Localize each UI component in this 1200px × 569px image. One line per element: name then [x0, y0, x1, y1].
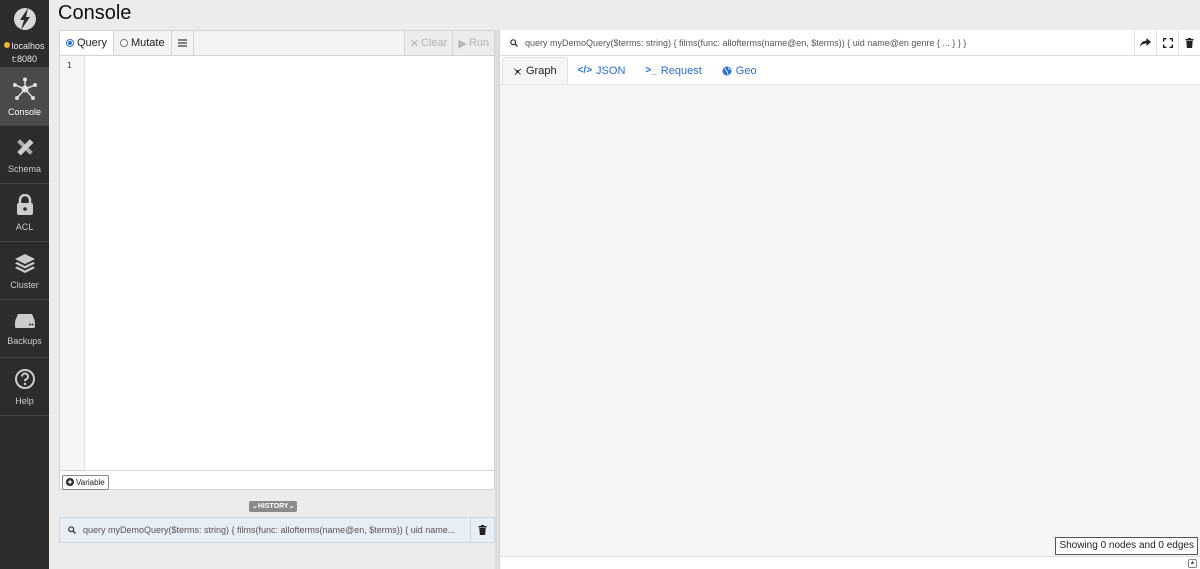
query-mode-radio[interactable]: Query	[60, 31, 114, 55]
sidebar-item-label: Schema	[7, 163, 42, 174]
run-label: Run	[468, 37, 489, 49]
sidebar: localhos t:8080 Console Schema ACL Clust…	[0, 0, 49, 569]
tab-label: Geo	[735, 64, 757, 77]
line-number-gutter: 1	[60, 56, 85, 470]
expand-icon	[1162, 37, 1173, 48]
share-icon	[1140, 38, 1151, 47]
chevron-down-icon: ⌄	[288, 503, 295, 510]
sidebar-item-help[interactable]: Help	[0, 358, 49, 416]
radio-selected-icon	[66, 39, 74, 47]
graph-status: Showing 0 nodes and 0 edges	[1055, 537, 1198, 555]
layers-icon	[14, 253, 35, 273]
lock-icon	[16, 193, 33, 215]
history-item[interactable]: query myDemoQuery($terms: string) { film…	[59, 517, 495, 543]
dgraph-logo[interactable]	[0, 0, 49, 38]
search-icon	[68, 526, 76, 534]
server-address-line2: t:8080	[11, 54, 38, 64]
tab-graph[interactable]: Graph	[502, 57, 568, 84]
result-tabs: Graph </> JSON >_ Request Geo	[500, 56, 1200, 85]
results-panel: query myDemoQuery($terms: string) { film…	[499, 29, 1200, 569]
code-icon: </>	[577, 65, 593, 76]
query-editor-panel: Query Mutate ✕ Clear ▶ Run 1 Variable ⌄H…	[59, 30, 495, 569]
sidebar-item-cluster[interactable]: Cluster	[0, 242, 49, 300]
history-query-text: query myDemoQuery($terms: string) { film…	[83, 525, 456, 535]
server-address-line1: localhos	[11, 41, 45, 51]
tab-label: Request	[660, 64, 702, 77]
plus-circle-icon	[66, 478, 74, 486]
query-mode-label: Query	[77, 37, 107, 49]
globe-icon	[722, 66, 732, 75]
trash-icon	[478, 525, 487, 535]
play-icon: ▶	[458, 37, 467, 50]
code-area[interactable]	[85, 56, 494, 470]
add-variable-button[interactable]: Variable	[62, 474, 109, 490]
variable-label: Variable	[76, 477, 105, 487]
page-title: Console	[58, 2, 132, 24]
graph-icon	[513, 67, 522, 75]
tab-json[interactable]: </> JSON	[568, 57, 636, 84]
query-preview[interactable]: query myDemoQuery($terms: string) { film…	[500, 38, 1134, 48]
logo-icon	[13, 8, 36, 30]
variables-bar: Variable	[59, 470, 495, 490]
sidebar-item-label: Cluster	[10, 279, 39, 290]
delete-frame-button[interactable]	[1178, 29, 1200, 56]
search-icon	[510, 38, 518, 47]
tab-label: Graph	[526, 65, 557, 77]
delete-history-button[interactable]	[470, 518, 494, 542]
sidebar-item-acl[interactable]: ACL	[0, 184, 49, 242]
terminal-icon: >_	[645, 65, 657, 76]
tab-geo[interactable]: Geo	[712, 57, 767, 84]
sidebar-item-console[interactable]: Console	[0, 68, 49, 126]
share-button[interactable]	[1134, 29, 1156, 56]
sidebar-item-label: Help	[15, 395, 34, 406]
mutate-mode-label: Mutate	[130, 37, 165, 49]
radio-unselected-icon	[119, 39, 128, 47]
collapse-icon[interactable]: ▲	[1188, 559, 1197, 568]
ruler-pencil-icon	[16, 138, 33, 155]
query-preview-bar: query myDemoQuery($terms: string) { film…	[500, 29, 1200, 56]
clear-label: Clear	[421, 37, 448, 49]
editor-settings-button[interactable]	[172, 31, 194, 55]
question-circle-icon	[14, 368, 35, 389]
sliders-icon	[177, 39, 187, 47]
clear-button[interactable]: ✕ Clear	[403, 31, 453, 55]
mutate-mode-radio[interactable]: Mutate	[114, 31, 172, 55]
run-button[interactable]: ▶ Run	[452, 31, 494, 55]
graph-nodes-icon	[12, 77, 37, 100]
editor-toolbar: Query Mutate ✕ Clear ▶ Run	[59, 30, 495, 56]
history-label: HISTORY	[257, 503, 289, 510]
query-preview-text: query myDemoQuery($terms: string) { film…	[525, 37, 967, 48]
code-editor[interactable]: 1	[59, 56, 495, 470]
server-address[interactable]: localhos t:8080	[0, 38, 49, 68]
sidebar-item-backups[interactable]: Backups	[0, 300, 49, 358]
history-toggle[interactable]: ⌄HISTORY⌄	[249, 501, 298, 512]
result-footer: ▲	[500, 556, 1200, 569]
sidebar-item-label: Console	[7, 106, 42, 117]
tab-request[interactable]: >_ Request	[635, 57, 711, 84]
fullscreen-button[interactable]	[1156, 29, 1178, 56]
graph-canvas[interactable]	[500, 86, 1200, 556]
hard-drive-icon	[14, 313, 35, 328]
sidebar-item-schema[interactable]: Schema	[0, 126, 49, 184]
sidebar-item-label: Backups	[7, 335, 42, 346]
close-icon: ✕	[409, 37, 420, 50]
sidebar-item-label: ACL	[15, 221, 34, 232]
line-number: 1	[67, 61, 72, 70]
trash-icon	[1185, 37, 1194, 48]
connection-status-dot	[4, 42, 11, 48]
tab-label: JSON	[596, 64, 626, 77]
